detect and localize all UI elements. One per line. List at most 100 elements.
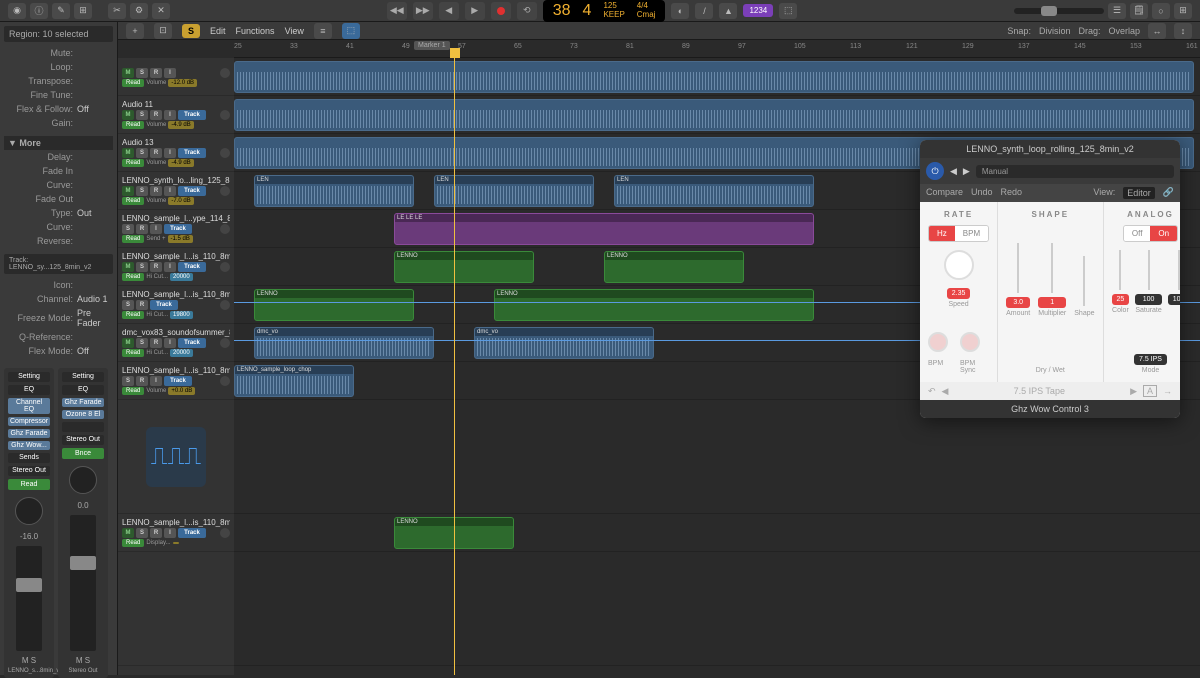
drag-value[interactable]: Overlap: [1108, 26, 1140, 36]
redo-button[interactable]: Redo: [1001, 187, 1023, 199]
forward-button[interactable]: ▶▶: [413, 2, 433, 20]
output-slot[interactable]: Stereo Out: [62, 435, 104, 445]
m-button[interactable]: M: [122, 68, 134, 78]
color-slider[interactable]: [1119, 250, 1121, 290]
inspector-row[interactable]: Q-Reference:: [4, 330, 113, 344]
track-header[interactable]: 20: [118, 552, 234, 666]
solo-button[interactable]: S: [182, 24, 200, 38]
browser-icon[interactable]: ⊞: [1174, 3, 1192, 19]
r-button[interactable]: R: [150, 528, 162, 538]
track-header[interactable]: 15 LENNO_sample_l...ype_114_8min_v2 SRIT…: [118, 210, 234, 248]
r-button[interactable]: R: [136, 224, 148, 234]
track-icon[interactable]: [220, 148, 230, 158]
sync-knob[interactable]: [960, 332, 980, 352]
m-button[interactable]: M: [122, 528, 134, 538]
track-icon[interactable]: [220, 186, 230, 196]
i-button[interactable]: I: [164, 528, 176, 538]
value-display[interactable]: 20000: [170, 349, 193, 357]
r-button[interactable]: R: [150, 148, 162, 158]
play-button[interactable]: ▶: [465, 2, 485, 20]
audio-region[interactable]: LEN: [614, 175, 814, 207]
audio-region[interactable]: LENNO: [394, 251, 534, 283]
s-button[interactable]: S: [136, 186, 148, 196]
value-display[interactable]: -12.0 dB: [168, 79, 197, 87]
automation-mode[interactable]: Read: [122, 539, 144, 547]
playhead[interactable]: [454, 58, 455, 675]
r-button[interactable]: R: [150, 186, 162, 196]
s-button[interactable]: S: [122, 224, 134, 234]
track-lane[interactable]: [234, 552, 1200, 666]
inspector-row[interactable]: Transpose:: [4, 74, 113, 88]
audio-region[interactable]: LENNO: [494, 289, 814, 321]
track-lane[interactable]: [234, 514, 1200, 552]
tape-next-icon[interactable]: →: [1163, 386, 1172, 396]
edit-menu[interactable]: Edit: [210, 26, 226, 36]
automation-mode[interactable]: Read: [122, 197, 144, 205]
inspector-icon[interactable]: ⓘ: [30, 3, 48, 19]
track-button[interactable]: Track: [150, 300, 178, 310]
bpm-knob[interactable]: [928, 332, 948, 352]
settings-icon[interactable]: ⚙: [130, 3, 148, 19]
undo-button[interactable]: Undo: [971, 187, 993, 199]
m-button[interactable]: M: [122, 186, 134, 196]
s-button[interactable]: S: [122, 300, 134, 310]
automation-icon[interactable]: ≡: [314, 23, 332, 39]
rewind-button[interactable]: ◀◀: [387, 2, 407, 20]
inspector-row[interactable]: Type:Out: [4, 206, 113, 220]
dup-icon[interactable]: ⊡: [154, 23, 172, 39]
insert-slot[interactable]: Compressor: [8, 417, 50, 426]
amount-slider[interactable]: [1017, 243, 1019, 293]
r-button[interactable]: R: [136, 376, 148, 386]
r-button[interactable]: R: [150, 110, 162, 120]
toolbar-icon[interactable]: ✎: [52, 3, 70, 19]
m-button[interactable]: M: [122, 110, 134, 120]
r-button[interactable]: R: [136, 300, 148, 310]
s-button[interactable]: S: [122, 376, 134, 386]
i-button[interactable]: I: [164, 338, 176, 348]
track-button[interactable]: Track: [178, 148, 206, 158]
add-track-icon[interactable]: +: [126, 23, 144, 39]
shape-slider[interactable]: [1083, 256, 1085, 306]
fader[interactable]: [70, 515, 96, 651]
m-button[interactable]: M: [122, 148, 134, 158]
tape-back-icon[interactable]: ◀: [942, 386, 949, 397]
zoom-v-icon[interactable]: ↕: [1174, 23, 1192, 39]
m-button[interactable]: M: [122, 338, 134, 348]
sat-slider[interactable]: [1148, 250, 1150, 290]
audio-region[interactable]: LEN: [254, 175, 414, 207]
track-header[interactable]: 17 LENNO_sample_l...is_110_8min_v2_2 SRT…: [118, 286, 234, 324]
insert-slot[interactable]: Ghz Farade: [62, 398, 104, 407]
r-button[interactable]: R: [150, 262, 162, 272]
track-button[interactable]: Track: [178, 262, 206, 272]
track-button[interactable]: Track: [178, 338, 206, 348]
x-icon[interactable]: ✕: [152, 3, 170, 19]
value-display[interactable]: 19800: [170, 311, 193, 319]
loop-icon[interactable]: ○: [1152, 3, 1170, 19]
automation-mode[interactable]: Read: [122, 387, 144, 395]
track-icon[interactable]: [220, 300, 230, 310]
prev-preset-icon[interactable]: ◀: [950, 166, 957, 177]
s-button[interactable]: S: [136, 68, 148, 78]
audio-region[interactable]: [234, 99, 1194, 131]
analog-segment[interactable]: Off On: [1123, 225, 1178, 242]
i-button[interactable]: I: [150, 224, 162, 234]
s-button[interactable]: S: [136, 110, 148, 120]
ips-value[interactable]: 7.5 IPS: [1134, 354, 1167, 365]
track-icon[interactable]: [220, 338, 230, 348]
value-display[interactable]: +0.0 dB: [168, 387, 195, 395]
next-preset-icon[interactable]: ▶: [963, 166, 970, 177]
output-slot[interactable]: Stereo Out: [8, 466, 50, 476]
audio-region[interactable]: [234, 61, 1194, 93]
value-display[interactable]: 20000: [170, 273, 193, 281]
pan-knob[interactable]: [15, 497, 43, 525]
inspector-row[interactable]: Flex Mode:Off: [4, 344, 113, 358]
i-button[interactable]: I: [150, 376, 162, 386]
eq-slot[interactable]: EQ: [8, 385, 50, 395]
track-icon[interactable]: [220, 224, 230, 234]
rate-mode-segment[interactable]: Hz BPM: [928, 225, 989, 242]
read-button[interactable]: Read: [8, 479, 50, 490]
track-header[interactable]: 12 MSRI ReadVolume-12.0 dB: [118, 58, 234, 96]
track-icon[interactable]: [220, 68, 230, 78]
track-icon[interactable]: [220, 110, 230, 120]
setting-slot[interactable]: Setting: [8, 372, 50, 382]
